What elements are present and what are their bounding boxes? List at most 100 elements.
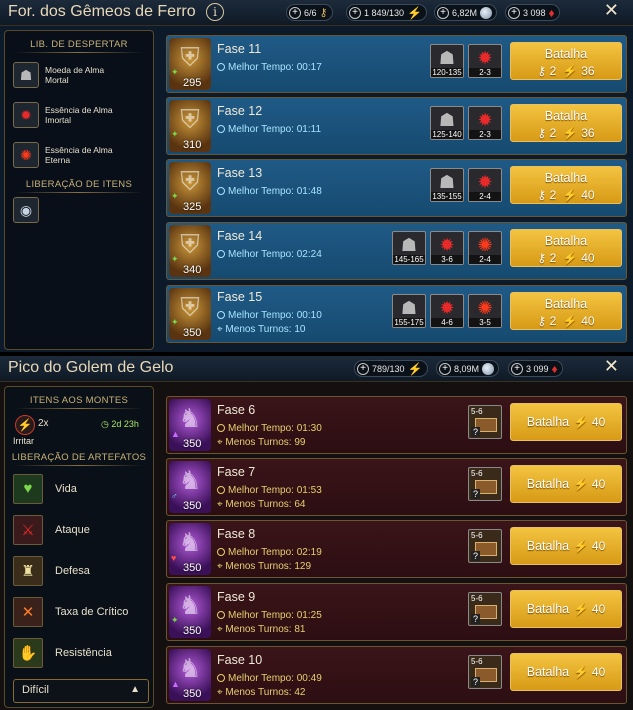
silver-resource[interactable]: + 8,09M xyxy=(436,360,500,377)
add-silver-icon[interactable]: + xyxy=(437,6,449,19)
stage-row[interactable]: ♞ ♥ 350 Fase 8 Melhor Tempo: 02:19 ⌖ Menos… xyxy=(166,520,627,578)
drop-mortal-coin[interactable]: ☗ 135-155 xyxy=(430,168,464,202)
boss-portrait: ♞ ✦ 350 xyxy=(169,586,211,638)
top-bar: For. dos Gêmeos de Ferro i + 6/6 ⚷ + 1 8… xyxy=(0,0,633,26)
artifact-item-resistencia[interactable]: ✋ Resistência xyxy=(5,632,153,673)
piles-heading: ITENS AOS MONTES xyxy=(29,395,129,406)
gems-resource[interactable]: + 3 098 ♦ xyxy=(505,4,560,21)
affinity-icon: ▲ xyxy=(171,679,180,689)
question-icon: ? xyxy=(471,489,481,499)
battle-button[interactable]: Batalha ⚷ 2 ⚡ 40 xyxy=(510,292,622,330)
drop-mortal-coin[interactable]: ☗ 125-140 xyxy=(430,106,464,140)
energy-resource[interactable]: + 1 849/130 ⚡ xyxy=(346,4,427,21)
stage-row[interactable]: ⛨ ✦ 295 Fase 11 Melhor Tempo: 00:17 ☗ 120-1… xyxy=(166,35,627,93)
fewest-turns: ⌖ Menos Turnos: 99 xyxy=(217,437,306,448)
stage-row[interactable]: ♞ ▲ 350 Fase 6 Melhor Tempo: 01:30 ⌖ Menos… xyxy=(166,396,627,454)
artifact-chest[interactable]: 5-6? xyxy=(468,467,502,501)
sidebar-item-eternal-essence[interactable]: ✺ Essência de Alma Eterna xyxy=(5,135,153,175)
energy-icon: ⚡ xyxy=(407,361,423,376)
drop-mortal-coin[interactable]: ☗ 120-135 xyxy=(430,44,464,78)
sword-icon: ⚔ xyxy=(13,514,43,545)
sidebar-item-silver[interactable]: ◉ xyxy=(5,195,153,225)
artifact-chest[interactable]: 5-6? xyxy=(468,655,502,689)
sidebar-item-mortal-coin[interactable]: ☗ Moeda de Alma Mortal xyxy=(5,55,153,95)
add-gems-icon[interactable]: + xyxy=(511,362,523,375)
boss-level: 350 xyxy=(183,500,202,512)
battle-button[interactable]: Batalha ⚡ 40 xyxy=(510,403,622,441)
battle-button[interactable]: Batalha ⚷ 2 ⚡ 40 xyxy=(510,229,622,267)
add-gems-icon[interactable]: + xyxy=(508,6,520,19)
drop-eternal-essence[interactable]: ✺ 2-4 xyxy=(468,231,502,265)
battle-button[interactable]: Batalha ⚡ 40 xyxy=(510,465,622,503)
artifact-drops-heading: LIBERAÇÃO DE ARTEFATOS xyxy=(11,452,147,463)
artifact-chest[interactable]: 5-6? xyxy=(468,592,502,626)
battle-button[interactable]: Batalha ⚡ 40 xyxy=(510,527,622,565)
divider xyxy=(15,52,143,53)
artifact-label: Taxa de Crítico xyxy=(55,605,129,618)
energy-resource[interactable]: + 789/130 ⚡ xyxy=(354,360,428,377)
stage-row[interactable]: ⛨ ✦ 340 Fase 14 Melhor Tempo: 02:24 ☗ 145-1… xyxy=(166,222,627,280)
energy-icon: ⚡ xyxy=(573,665,589,679)
artifact-item-ataque[interactable]: ⚔ Ataque xyxy=(5,509,153,550)
battle-button[interactable]: Batalha ⚷ 2 ⚡ 40 xyxy=(510,166,622,204)
silver-coin-icon: ◉ xyxy=(13,197,39,223)
stage-row[interactable]: ⛨ ✦ 325 Fase 13 Melhor Tempo: 01:48 ☗ 135-1… xyxy=(166,159,627,217)
battle-button[interactable]: Batalha ⚡ 40 xyxy=(510,653,622,691)
panel-ice-golem-peak: Pico do Golem de Gelo + 789/130 ⚡ + 8,09… xyxy=(0,356,633,710)
drop-immortal-essence[interactable]: ✹ 3-6 xyxy=(430,231,464,265)
add-keys-icon[interactable]: + xyxy=(289,6,301,19)
mortal-soul-coin-icon: ☗ xyxy=(400,235,418,255)
close-icon[interactable]: ✕ xyxy=(604,0,619,21)
battle-button[interactable]: Batalha ⚡ 40 xyxy=(510,590,622,628)
drop-mortal-coin[interactable]: ☗ 155-175 xyxy=(392,294,426,328)
stage-row[interactable]: ⛨ ✦ 350 Fase 15 Melhor Tempo: 00:10 ⌖ Meno… xyxy=(166,285,627,343)
clock-icon xyxy=(217,424,225,432)
artifact-item-defesa[interactable]: ♜ Defesa xyxy=(5,550,153,591)
boss-portrait: ⛨ ✦ 325 xyxy=(169,162,211,214)
top-bar: Pico do Golem de Gelo + 789/130 ⚡ + 8,09… xyxy=(0,356,633,382)
boss-level: 325 xyxy=(183,201,202,213)
sidebar-item-immortal-essence[interactable]: ✹ Essência de Alma Imortal xyxy=(5,95,153,135)
gems-resource[interactable]: + 3 099 ♦ xyxy=(508,360,563,377)
artifact-item-taxa-de-critico[interactable]: ✕ Taxa de Crítico xyxy=(5,591,153,632)
stage-name: Fase 8 xyxy=(217,527,256,541)
artifact-chest[interactable]: 5-6? xyxy=(468,405,502,439)
stage-name: Fase 9 xyxy=(217,590,256,604)
keys-resource[interactable]: + 6/6 ⚷ xyxy=(286,4,333,21)
drop-eternal-essence[interactable]: ✺ 3-5 xyxy=(468,294,502,328)
boss-level: 340 xyxy=(183,264,202,276)
artifact-chest[interactable]: 5-6? xyxy=(468,529,502,563)
add-energy-icon[interactable]: + xyxy=(357,362,369,375)
artifact-item-vida[interactable]: ♥ Vida xyxy=(5,468,153,509)
silver-resource[interactable]: + 6,82M xyxy=(434,4,498,21)
stage-name: Fase 10 xyxy=(217,653,263,667)
add-silver-icon[interactable]: + xyxy=(439,362,451,375)
page-title: Pico do Golem de Gelo xyxy=(8,359,174,376)
info-icon[interactable]: i xyxy=(206,3,224,21)
stage-row[interactable]: ♞ ▲ 350 Fase 10 Melhor Tempo: 00:49 ⌖ Meno… xyxy=(166,646,627,704)
stage-row[interactable]: ⛨ ✦ 310 Fase 12 Melhor Tempo: 01:11 ☗ 125-1… xyxy=(166,97,627,155)
drop-immortal-essence[interactable]: ✹ 2-3 xyxy=(468,44,502,78)
drop-immortal-essence[interactable]: ✹ 4-6 xyxy=(430,294,464,328)
drop-mortal-coin[interactable]: ☗ 145-165 xyxy=(392,231,426,265)
boss-level: 295 xyxy=(183,77,202,89)
key-icon: ⚷ xyxy=(537,188,547,202)
stage-row[interactable]: ♞ ✦ 350 Fase 9 Melhor Tempo: 01:25 ⌖ Menos… xyxy=(166,583,627,641)
best-time: Melhor Tempo: 01:48 xyxy=(217,186,322,197)
battle-button[interactable]: Batalha ⚷ 2 ⚡ 36 xyxy=(510,42,622,80)
add-energy-icon[interactable]: + xyxy=(349,6,361,19)
hand-icon: ✋ xyxy=(13,637,43,668)
energy-value: 1 849/130 xyxy=(364,7,405,18)
buff-box[interactable]: ⚡ 2x ◷ 2d 23h Irritar xyxy=(5,411,153,449)
close-icon[interactable]: ✕ xyxy=(604,356,619,377)
drop-immortal-essence[interactable]: ✹ 2-3 xyxy=(468,106,502,140)
difficulty-select[interactable]: Difícil ▲ xyxy=(13,679,149,703)
mortal-soul-coin-icon: ☗ xyxy=(438,48,456,68)
affinity-icon: ▲ xyxy=(171,429,180,439)
battle-button[interactable]: Batalha ⚷ 2 ⚡ 36 xyxy=(510,104,622,142)
clock-icon xyxy=(217,486,225,494)
drop-immortal-essence[interactable]: ✹ 2-4 xyxy=(468,168,502,202)
fewest-turns: ⌖ Menos Turnos: 42 xyxy=(217,687,306,698)
artifact-label: Vida xyxy=(55,482,77,495)
stage-row[interactable]: ♞ ♂ 350 Fase 7 Melhor Tempo: 01:53 ⌖ Menos… xyxy=(166,458,627,516)
